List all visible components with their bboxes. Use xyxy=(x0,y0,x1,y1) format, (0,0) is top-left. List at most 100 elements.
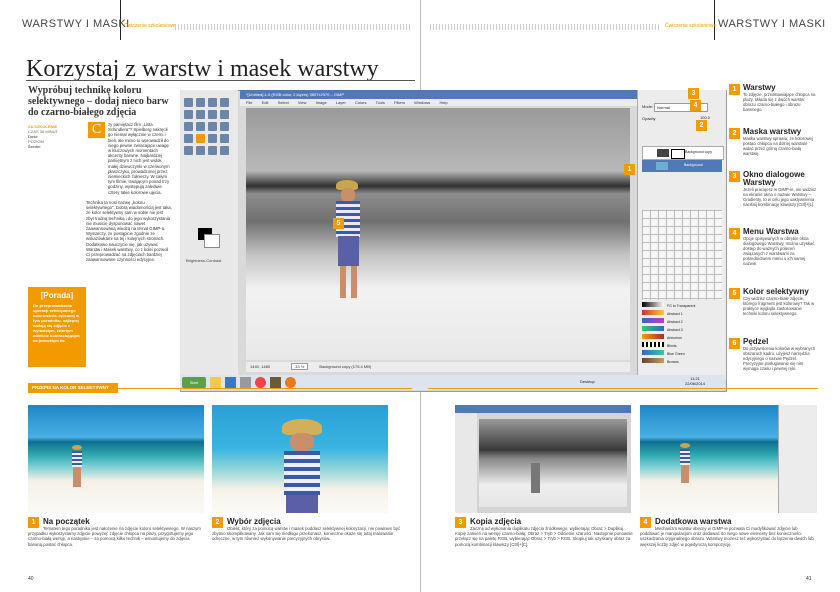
step-number: 2 xyxy=(212,517,223,528)
sidebar-title: Kolor selektywny xyxy=(743,287,809,296)
menu-windows[interactable]: Windows xyxy=(414,100,430,105)
gradient-swatch xyxy=(642,302,664,307)
start-button[interactable]: Start xyxy=(182,377,206,388)
gradient-item[interactable]: Blinds xyxy=(642,342,722,350)
gimp-menubar: File Edit Select View Image Layer Colors… xyxy=(240,99,641,106)
sidebar-number: 4 xyxy=(729,228,740,239)
menu-layer[interactable]: Layer xyxy=(336,100,346,105)
flip-icon[interactable] xyxy=(184,122,193,131)
menu-image[interactable]: Image xyxy=(316,100,327,105)
chrome-icon[interactable] xyxy=(255,377,266,388)
zoom-select[interactable]: 33 % xyxy=(291,363,309,370)
rotate-icon[interactable] xyxy=(196,110,205,119)
ellipse-select-icon[interactable] xyxy=(196,98,205,107)
opacity-label: Opacity xyxy=(642,116,656,121)
menu-select[interactable]: Select xyxy=(278,100,289,105)
boy-head xyxy=(290,433,314,451)
header-left-tag: Ćwiczenie szkoleniowe xyxy=(124,23,176,29)
scale-icon[interactable] xyxy=(208,110,217,119)
desktop-label[interactable]: Desktop xyxy=(580,379,595,384)
menu-help[interactable]: Help xyxy=(439,100,447,105)
firefox-icon[interactable] xyxy=(285,377,296,388)
airbrush-icon[interactable] xyxy=(220,134,229,143)
menu-view[interactable]: View xyxy=(298,100,307,105)
menu-tools[interactable]: Tools xyxy=(376,100,385,105)
layer-row[interactable]: Background copy xyxy=(642,146,724,160)
menu-file[interactable]: File xyxy=(246,100,252,105)
sidebar-title: Warstwy xyxy=(743,83,776,92)
sidebar-item: 2 Maska warstwy Maska warstwy sprawia, ż… xyxy=(729,128,817,156)
text-icon[interactable] xyxy=(208,122,217,131)
step-caption: 3 Kopia zdjęcia Zacznij od wykonania dup… xyxy=(455,517,633,547)
step-number: 4 xyxy=(640,517,651,528)
layer-row-selected[interactable]: Background xyxy=(642,160,722,172)
sidebar-text: Czy widzisz czarno-białe zdjęcie, któreg… xyxy=(743,296,815,316)
gradient-swatch xyxy=(642,358,664,363)
boy-shorts xyxy=(286,495,318,513)
gradient-item[interactable]: Blue Green xyxy=(642,350,722,358)
gimp-toolbox: Brightness-Contrast xyxy=(180,90,238,375)
lasso-icon[interactable] xyxy=(208,98,217,107)
gradient-item[interactable]: Browns xyxy=(642,358,722,366)
background-color-swatch[interactable] xyxy=(204,234,220,248)
gradient-name: Blinds xyxy=(667,344,677,348)
section-rule xyxy=(428,388,818,389)
section-label: PRZEPIS NA KOLOR SELEKTYWNY xyxy=(28,383,118,393)
gradient-item[interactable]: FG to Transparent xyxy=(642,302,722,310)
section-rule xyxy=(118,388,412,389)
page-number-right: 41 xyxy=(806,576,812,582)
article-subtitle: Wypróbuj technikę koloru selektywnego – … xyxy=(28,85,169,118)
eraser-icon[interactable] xyxy=(208,134,217,143)
bucket-icon[interactable] xyxy=(220,122,229,131)
menu-colors[interactable]: Colors xyxy=(355,100,367,105)
gradient-item[interactable]: Aneurism xyxy=(642,334,722,342)
gradient-swatch xyxy=(642,350,664,355)
sidebar-number: 5 xyxy=(729,288,740,299)
color-picker-icon[interactable] xyxy=(220,146,229,155)
gimp-icon[interactable] xyxy=(270,377,281,388)
sidebar-title: Pędzel xyxy=(743,337,769,346)
sidebar-text: Jeżeli pracujesz w GIMP-ie, nie widzisz … xyxy=(743,187,817,207)
pointer-coords: 1440, 1480 xyxy=(250,364,271,369)
clone-icon[interactable] xyxy=(184,146,193,155)
gradient-swatch xyxy=(642,326,664,331)
header-right-dots xyxy=(430,24,660,30)
menu-edit[interactable]: Edit xyxy=(262,100,269,105)
gradient-item[interactable]: Abstract 2 xyxy=(642,318,722,326)
smudge-icon[interactable] xyxy=(196,146,205,155)
tip-box: [Porada] Do przeprowadzenia operacji sel… xyxy=(28,287,86,367)
gimp-window-title: *[Untitled]-1.0 (RGB color, 2 layers) 38… xyxy=(240,90,641,99)
brush-icon[interactable] xyxy=(196,134,205,143)
gradient-item[interactable]: Abstract 1 xyxy=(642,310,722,318)
header-left-dots xyxy=(175,24,410,30)
header-right-title: WARSTWY I MASKI xyxy=(718,18,826,30)
dodge-icon[interactable] xyxy=(208,146,217,155)
gimp-canvas-image[interactable]: 5 xyxy=(246,108,630,360)
marker-4: 4 xyxy=(690,100,701,111)
rect-select-icon[interactable] xyxy=(184,98,193,107)
marker-3: 3 xyxy=(688,88,699,99)
brushes-grid[interactable] xyxy=(642,210,722,300)
tip-body: Do przeprowadzenia operacji selektywnego… xyxy=(33,303,80,343)
menu-filters[interactable]: Filters xyxy=(394,100,405,105)
step-caption: 1 Na początek Tematem tego poradnika jes… xyxy=(28,517,204,547)
move-icon[interactable] xyxy=(220,110,229,119)
marker-1: 1 xyxy=(624,164,635,175)
layer-thumbnail xyxy=(656,162,668,170)
pencil-icon[interactable] xyxy=(184,134,193,143)
step-text: Mechanizm warstw obecny w GIMP-ie pozwal… xyxy=(640,526,814,547)
perspective-icon[interactable] xyxy=(196,122,205,131)
app-icon[interactable] xyxy=(240,377,251,388)
folder-icon[interactable] xyxy=(210,377,221,388)
fuzzy-select-icon[interactable] xyxy=(220,98,229,107)
layer-name: Background copy xyxy=(685,150,713,154)
media-icon[interactable] xyxy=(225,377,236,388)
article-intro: zy pamiętacz film „Lista Schindlera”? Sp… xyxy=(108,122,170,195)
header-divider-right xyxy=(714,0,715,40)
sidebar-title: Menu Warstwa xyxy=(743,227,799,236)
clock-date: 22/06/2014 xyxy=(685,381,706,386)
sidebar-text: Do przywrócenia kolorów w wybranych obsz… xyxy=(743,346,816,371)
gradient-list: FG to Transparent Abstract 1 Abstract 2 … xyxy=(642,302,722,366)
crop-icon[interactable] xyxy=(184,110,193,119)
gradient-item[interactable]: Abstract 3 xyxy=(642,326,722,334)
